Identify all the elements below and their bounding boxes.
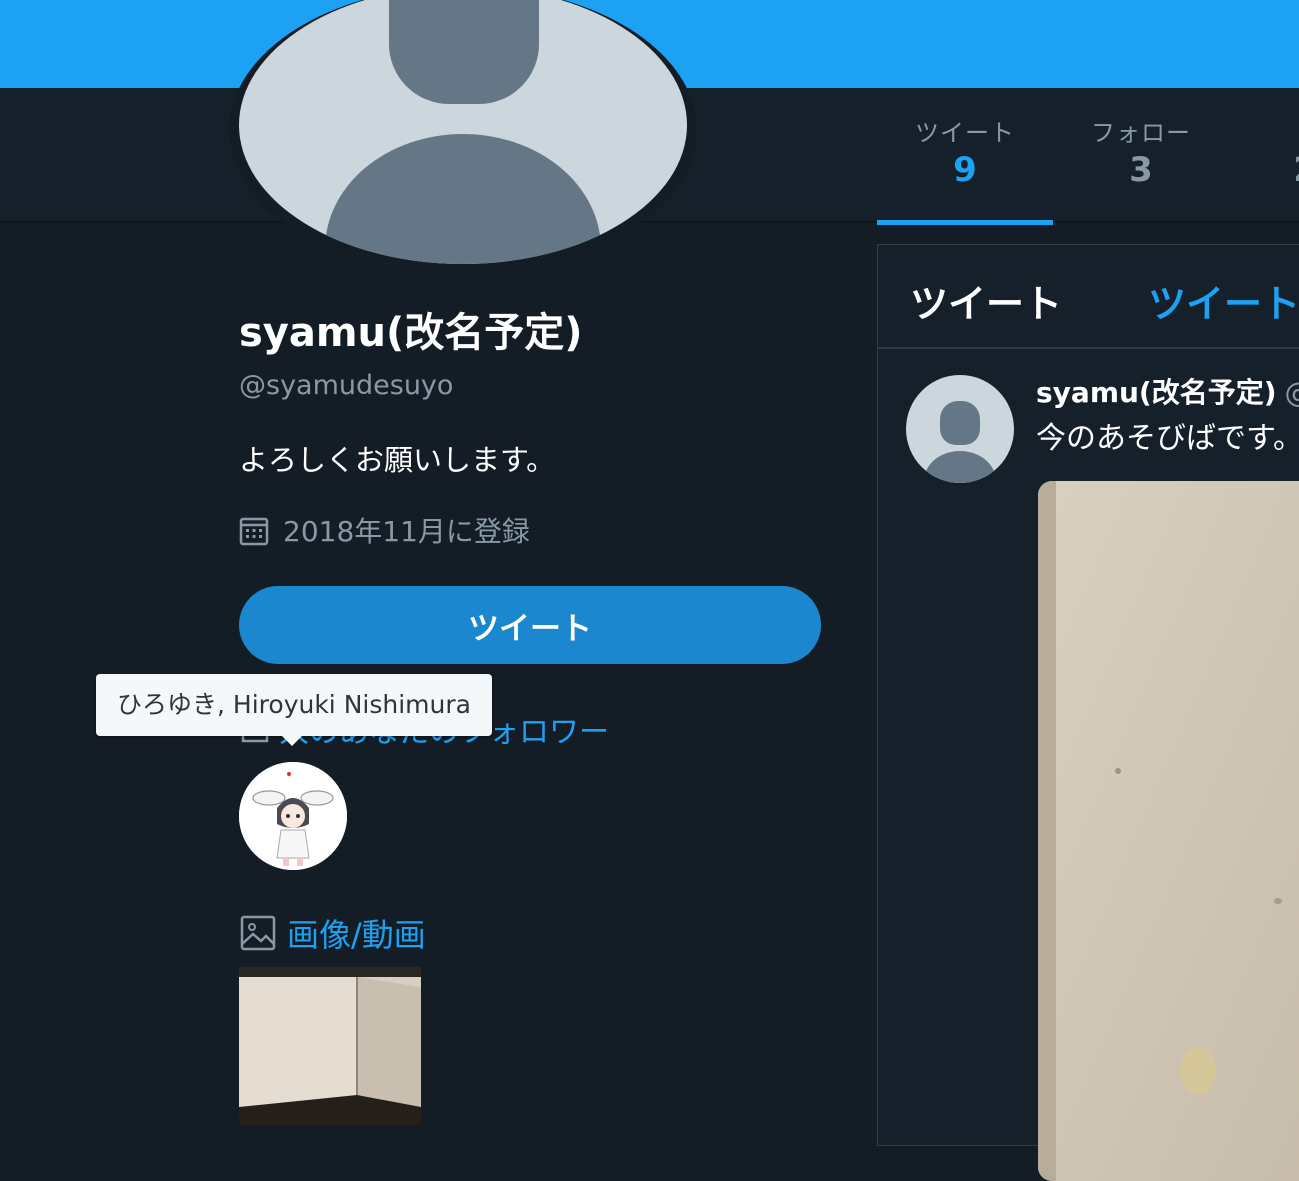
image-icon (240, 915, 276, 951)
join-date: 2018年11月に登録 (239, 510, 530, 550)
stat-followers-label: フ (1229, 113, 1299, 148)
tweet-button[interactable]: ツイート (239, 586, 821, 664)
profile-bio: よろしくお願いします。 (239, 443, 556, 477)
tweet-avatar[interactable] (906, 375, 1014, 483)
tab-tweets[interactable]: ツイート (910, 273, 1062, 328)
calendar-icon (239, 517, 269, 546)
stat-following[interactable]: フォロー 3 (1053, 113, 1229, 221)
tooltip: ひろゆき, Hiroyuki Nishimura (96, 674, 492, 746)
stat-followers-count: 20 (1229, 150, 1299, 190)
profile-name[interactable]: syamu(改名予定) (239, 300, 839, 358)
profile-card: syamu(改名予定) @syamudesuyo よろしくお願いします。 (239, 300, 839, 479)
tweet-author-handle: @ (1285, 376, 1299, 409)
stat-tweets-label: ツイート (915, 119, 1015, 147)
media-link[interactable]: 画像/動画 (239, 910, 426, 956)
timeline-panel: ツイート ツイート syamu(改名予定)@ 今のあそびばです。 (877, 244, 1299, 1181)
tweet-author[interactable]: syamu(改名予定)@ (1036, 371, 1299, 411)
stat-tweets-count: 9 (953, 150, 977, 190)
media-link-label: 画像/動画 (287, 916, 426, 954)
stat-followers[interactable]: フ 20 (1229, 113, 1299, 221)
profile-avatar[interactable] (229, 0, 697, 274)
tweet-text: 今のあそびばです。 (1036, 421, 1299, 456)
follower-avatar[interactable] (239, 762, 347, 870)
follower-avatar-image (239, 762, 347, 870)
media-thumbnail-image (239, 967, 421, 1125)
profile-handle[interactable]: @syamudesuyo (239, 370, 839, 401)
media-thumbnail[interactable] (239, 967, 421, 1125)
tab-tweets-replies[interactable]: ツイート (1148, 273, 1299, 328)
stat-tweets[interactable]: ツイート 9 (877, 113, 1053, 225)
join-date-text: 2018年11月に登録 (283, 515, 530, 548)
tweet-media-image (1038, 481, 1299, 1181)
stat-following-count: 3 (1129, 150, 1153, 190)
stat-following-label: フォロー (1091, 119, 1191, 147)
timeline-tabs: ツイート ツイート (878, 245, 1299, 349)
profile-stats: ツイート 9 フォロー 3 フ 20 (877, 113, 1299, 225)
tweet-author-name: syamu(改名予定) (1036, 376, 1277, 409)
tweet-media[interactable] (1038, 481, 1299, 1181)
